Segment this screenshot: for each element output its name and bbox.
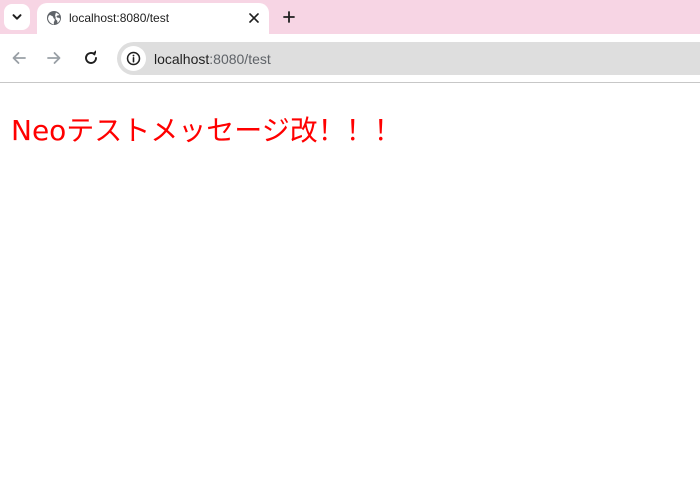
address-bar[interactable]: localhost:8080/test	[117, 42, 700, 75]
url-path: :8080/test	[209, 51, 271, 67]
reload-button[interactable]	[80, 47, 102, 69]
tab-strip: localhost:8080/test	[0, 0, 700, 36]
tab-title: localhost:8080/test	[69, 11, 170, 25]
arrow-right-icon	[47, 52, 61, 64]
tab-close-button[interactable]	[245, 9, 263, 27]
new-tab-button[interactable]	[278, 6, 300, 28]
back-button[interactable]	[8, 47, 30, 69]
info-icon	[126, 51, 141, 66]
url-text[interactable]: localhost:8080/test	[154, 51, 271, 67]
browser-toolbar: localhost:8080/test	[0, 34, 700, 83]
close-icon	[249, 13, 259, 23]
page-content: Neoテストメッセージ改！！！	[0, 83, 700, 490]
plus-icon	[283, 11, 295, 23]
reload-icon	[85, 50, 97, 64]
tab-search-button[interactable]	[4, 4, 30, 30]
test-message: Neoテストメッセージ改！！！	[11, 114, 402, 147]
chevron-down-icon	[12, 14, 22, 20]
site-info-button[interactable]	[121, 46, 146, 71]
arrow-left-icon	[12, 52, 26, 64]
globe-icon	[47, 11, 61, 25]
url-host: localhost	[154, 51, 210, 67]
active-tab[interactable]: localhost:8080/test	[37, 3, 269, 36]
forward-button[interactable]	[43, 47, 65, 69]
